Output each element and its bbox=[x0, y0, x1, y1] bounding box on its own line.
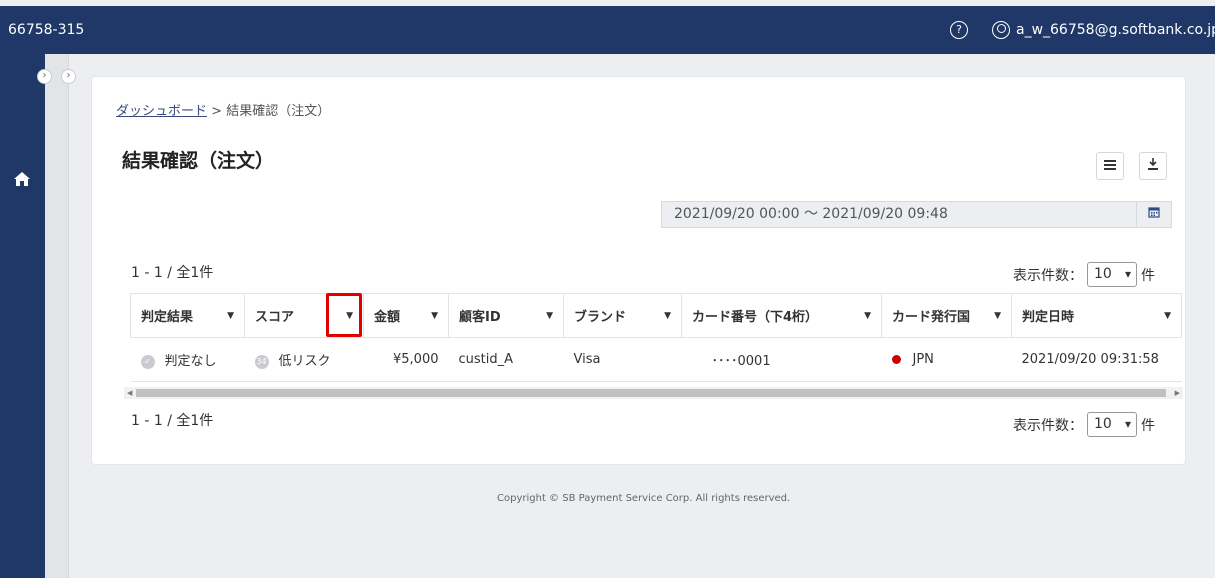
sort-caret-icon[interactable]: ▼ bbox=[994, 311, 1001, 321]
table-row[interactable]: ✓ 判定なし 34 低リスク ¥5,000 custid_A Visa ････00… bbox=[130, 337, 1182, 382]
sidebar-rail bbox=[45, 54, 69, 578]
check-circle-icon: ✓ bbox=[140, 354, 155, 369]
country-dot bbox=[891, 355, 901, 364]
account-id: 66758-315 bbox=[8, 22, 85, 38]
per-page-label: 表示件数： bbox=[1013, 267, 1083, 284]
top-bar: 66758-315 ? a_w_66758@g.softbank.co.jp bbox=[0, 6, 1215, 54]
date-range-input[interactable]: 2021/09/20 00:00 ～ 2021/09/20 09:48 bbox=[661, 201, 1137, 228]
per-page-unit: 件 bbox=[1141, 267, 1155, 284]
col-label: スコア bbox=[255, 310, 295, 325]
score-label: 低リスク bbox=[278, 354, 331, 369]
result-count-top: 1 - 1 / 全1件 bbox=[131, 265, 214, 281]
scroll-right-icon[interactable]: ▶ bbox=[1175, 387, 1180, 399]
score-badge: 34 bbox=[254, 354, 269, 369]
download-button[interactable] bbox=[1139, 152, 1167, 180]
footer-copyright: Copyright © SB Payment Service Corp. All… bbox=[497, 493, 791, 504]
per-page-label: 表示件数： bbox=[1013, 417, 1083, 434]
cell-country: JPN bbox=[881, 337, 1012, 382]
scroll-left-icon[interactable]: ◀ bbox=[127, 387, 132, 399]
sort-caret-icon[interactable]: ▼ bbox=[431, 311, 438, 321]
home-icon[interactable] bbox=[9, 167, 35, 191]
country-text: JPN bbox=[912, 352, 934, 367]
col-label: カード発行国 bbox=[892, 310, 971, 325]
per-page-top: 表示件数： 10 件 bbox=[1013, 262, 1155, 287]
breadcrumb-current: 結果確認（注文） bbox=[226, 104, 331, 119]
help-icon[interactable]: ? bbox=[950, 21, 968, 39]
cell-card-number: ････0001 bbox=[681, 337, 882, 382]
col-judged-at[interactable]: 判定日時 ▼ bbox=[1011, 293, 1182, 338]
col-label: 顧客ID bbox=[459, 310, 501, 325]
expand-panel-icon[interactable]: › bbox=[61, 69, 76, 84]
list-icon bbox=[1104, 160, 1116, 170]
col-issuing-country[interactable]: カード発行国 ▼ bbox=[881, 293, 1012, 338]
col-label: 判定日時 bbox=[1022, 310, 1075, 325]
col-label: 金額 bbox=[374, 310, 401, 325]
cell-amount: ¥5,000 bbox=[363, 337, 449, 382]
sort-caret-icon[interactable]: ▼ bbox=[664, 311, 671, 321]
per-page-bottom: 表示件数： 10 件 bbox=[1013, 412, 1155, 437]
sort-caret-icon[interactable]: ▼ bbox=[546, 311, 553, 321]
col-card-number[interactable]: カード番号（下4桁） ▼ bbox=[681, 293, 882, 338]
table-header-row: 判定結果 ▼ スコア ▼ 金額 ▼ 顧客ID ▼ ブランド ▼ カード番号（下4桁） ▼ カ… bbox=[130, 293, 1182, 338]
cell-brand: Visa bbox=[563, 337, 682, 382]
user-email[interactable]: a_w_66758@g.softbank.co.jp bbox=[1016, 6, 1215, 54]
expand-sidebar-icon[interactable]: › bbox=[37, 69, 52, 84]
results-table: 判定結果 ▼ スコア ▼ 金額 ▼ 顧客ID ▼ ブランド ▼ カード番号（下4桁） ▼ カ… bbox=[130, 293, 1182, 382]
user-icon[interactable] bbox=[992, 21, 1010, 39]
score-sort-highlight bbox=[326, 293, 362, 337]
breadcrumb-dashboard-link[interactable]: ダッシュボード bbox=[116, 104, 207, 119]
col-amount[interactable]: 金額 ▼ bbox=[363, 293, 449, 338]
horizontal-scrollbar[interactable]: ◀ ▶ bbox=[124, 387, 1183, 399]
col-label: 判定結果 bbox=[141, 310, 194, 325]
cell-judged-at: 2021/09/20 09:31:58 bbox=[1011, 337, 1182, 382]
download-icon bbox=[1148, 158, 1158, 170]
scrollbar-thumb[interactable] bbox=[136, 389, 1166, 397]
sort-caret-icon[interactable]: ▼ bbox=[1164, 311, 1171, 321]
col-judgement[interactable]: 判定結果 ▼ bbox=[130, 293, 245, 338]
cell-score: 34 低リスク bbox=[244, 337, 364, 382]
sort-caret-icon[interactable]: ▼ bbox=[227, 311, 234, 321]
per-page-unit: 件 bbox=[1141, 417, 1155, 434]
breadcrumb: ダッシュボード > 結果確認（注文） bbox=[116, 100, 330, 119]
col-label: ブランド bbox=[574, 310, 627, 325]
per-page-select[interactable]: 10 bbox=[1087, 412, 1137, 437]
cell-customer-id: custid_A bbox=[448, 337, 564, 382]
col-label: カード番号（下4桁） bbox=[692, 310, 819, 325]
page-title: 結果確認（注文） bbox=[122, 150, 275, 172]
results-table-wrap: 判定結果 ▼ スコア ▼ 金額 ▼ 顧客ID ▼ ブランド ▼ カード番号（下4桁） ▼ カ… bbox=[130, 293, 1183, 401]
breadcrumb-separator: > bbox=[211, 104, 223, 119]
judgement-text: 判定なし bbox=[164, 354, 217, 369]
cell-judgement: ✓ 判定なし bbox=[130, 337, 245, 382]
per-page-select[interactable]: 10 bbox=[1087, 262, 1137, 287]
col-brand[interactable]: ブランド ▼ bbox=[563, 293, 682, 338]
sort-caret-icon[interactable]: ▼ bbox=[864, 311, 871, 321]
col-customer-id[interactable]: 顧客ID ▼ bbox=[448, 293, 564, 338]
column-list-button[interactable] bbox=[1096, 152, 1124, 180]
result-count-bottom: 1 - 1 / 全1件 bbox=[131, 413, 214, 429]
calendar-icon[interactable] bbox=[1137, 201, 1172, 228]
sidebar bbox=[0, 54, 45, 578]
